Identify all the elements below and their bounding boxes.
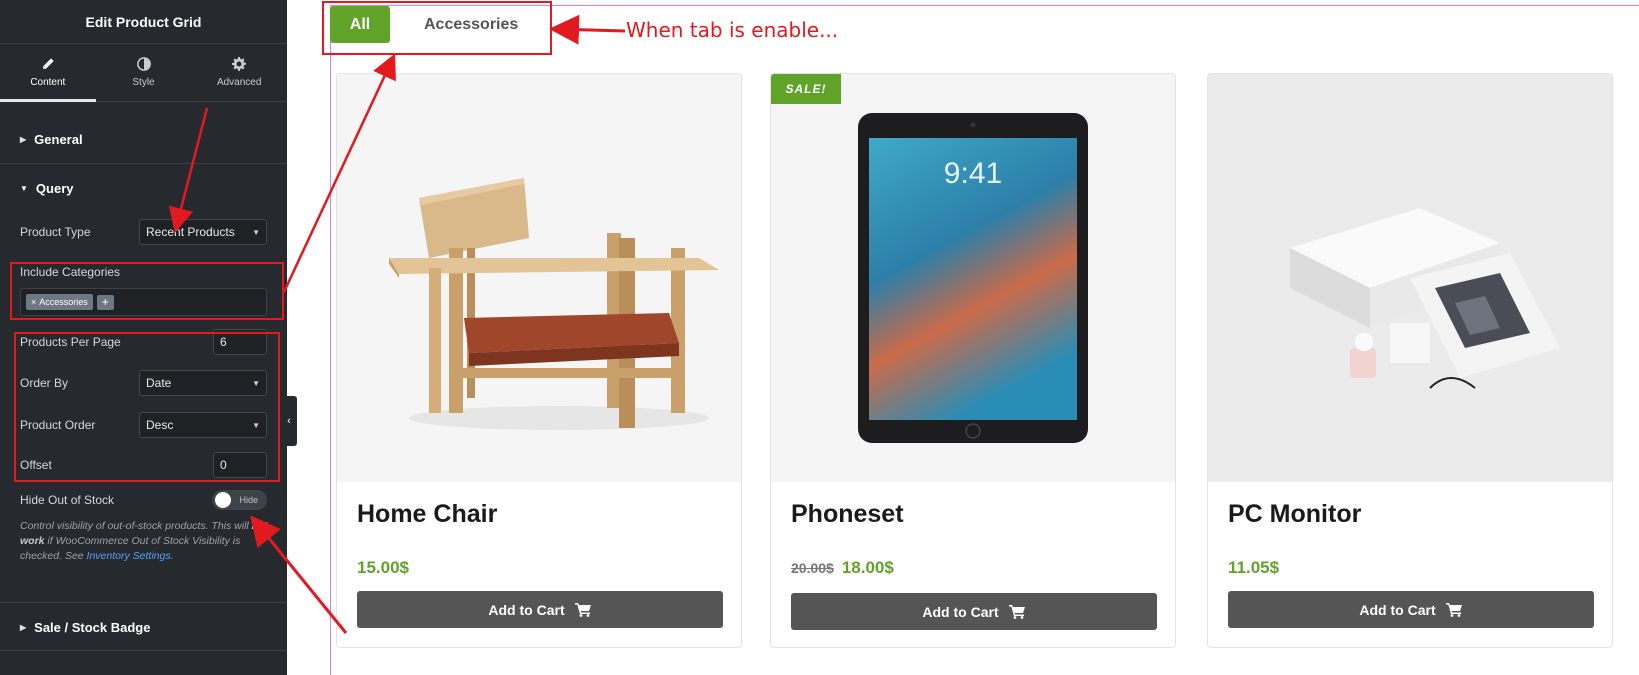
svg-text:9:41: 9:41	[944, 157, 1002, 190]
add-to-cart-label: Add to Cart	[922, 603, 999, 620]
cart-icon	[574, 602, 591, 617]
tab-advanced-label: Advanced	[216, 77, 262, 88]
section-query[interactable]: ▼ Query	[0, 164, 287, 212]
panel-tabs: Content Style Advanced	[0, 44, 287, 102]
hide-out-of-stock-toggle[interactable]: Hide	[212, 490, 267, 510]
caret-down-icon: ▼	[20, 183, 28, 193]
help-text-start: Control visibility of out-of-stock produ…	[20, 520, 249, 532]
caret-right-icon: ▶	[20, 135, 27, 144]
tablet-illustration: 9:41	[858, 113, 1088, 443]
product-image-tablet[interactable]: 9:41	[771, 74, 1175, 482]
product-type-label: Product Type	[20, 225, 91, 239]
section-sale-stock-badge-label: Sale / Stock Badge	[34, 619, 151, 635]
section-query-label: Query	[35, 180, 74, 196]
tab-advanced[interactable]: Advanced	[191, 44, 287, 101]
chevron-down-icon: ▼	[252, 227, 260, 237]
section-general-label: General	[34, 132, 83, 147]
price-current: 18.00$	[841, 558, 894, 577]
annotation-note: When tab is enable...	[626, 18, 839, 42]
product-card[interactable]: Home Chair 15.00$ Add to Cart	[336, 73, 742, 648]
add-to-cart-button[interactable]: Add to Cart	[357, 591, 723, 628]
tab-style-label: Style	[132, 77, 155, 88]
contrast-icon	[136, 57, 151, 71]
gear-icon	[232, 57, 247, 71]
price-current: 11.05$	[1228, 558, 1280, 577]
price-current: 15.00$	[357, 558, 409, 577]
add-to-cart-button[interactable]: Add to Cart	[1228, 591, 1594, 628]
hide-out-of-stock-help: Control visibility of out-of-stock produ…	[20, 519, 270, 564]
sale-badge: SALE!	[771, 74, 841, 104]
product-card[interactable]: PC Monitor 11.05$ Add to Cart	[1207, 73, 1613, 648]
caret-right-icon: ▶	[20, 622, 27, 632]
product-price: 15.00$	[357, 558, 409, 578]
product-type-select[interactable]: Recent Products ▼	[139, 219, 267, 245]
hide-out-of-stock-label: Hide Out of Stock	[20, 493, 115, 507]
product-card[interactable]: 9:41 SALE! Phoneset 20.00$ 18.00$ Add to…	[770, 73, 1176, 648]
annotation-box-categories	[10, 262, 284, 320]
help-text-end: .	[170, 550, 174, 562]
product-price: 11.05$	[1228, 558, 1279, 578]
product-image-chair[interactable]	[337, 74, 741, 482]
product-name[interactable]: PC Monitor	[1228, 500, 1361, 529]
hide-out-of-stock-control: Hide Out of Stock Hide	[20, 490, 267, 510]
screen-root: Edit Product Grid Content Style Advanced…	[0, 0, 1639, 675]
price-old: 20.00$	[791, 560, 834, 576]
collapse-panel-button[interactable]: ‹	[281, 396, 297, 446]
tab-content[interactable]: Content	[0, 44, 96, 102]
divider	[0, 650, 287, 651]
tab-style[interactable]: Style	[96, 44, 192, 101]
add-to-cart-label: Add to Cart	[1359, 601, 1436, 618]
inventory-settings-link[interactable]: Inventory Settings	[87, 550, 171, 562]
packaging-illustration	[1290, 208, 1560, 389]
annotation-box-tabs	[322, 1, 552, 55]
toggle-knob	[215, 492, 231, 508]
toggle-label: Hide	[239, 495, 258, 505]
product-name[interactable]: Phoneset	[791, 500, 904, 529]
product-price: 20.00$ 18.00$	[791, 558, 894, 578]
annotation-box-query-controls	[14, 332, 280, 482]
product-image-monitor[interactable]	[1208, 74, 1612, 482]
add-to-cart-button[interactable]: Add to Cart	[791, 593, 1157, 630]
section-general[interactable]: ▶ General	[0, 116, 287, 164]
tab-content-label: Content	[30, 77, 66, 88]
product-type-control: Product Type Recent Products ▼	[20, 219, 267, 245]
add-to-cart-label: Add to Cart	[488, 601, 565, 618]
cart-icon	[1445, 602, 1462, 617]
product-name[interactable]: Home Chair	[357, 500, 497, 529]
section-sale-stock-badge[interactable]: ▶ Sale / Stock Badge	[0, 603, 287, 651]
product-type-value: Recent Products	[146, 225, 235, 239]
pencil-icon	[43, 58, 54, 69]
chair-illustration	[389, 178, 719, 430]
panel-title: Edit Product Grid	[0, 0, 287, 44]
cart-icon	[1008, 604, 1025, 619]
